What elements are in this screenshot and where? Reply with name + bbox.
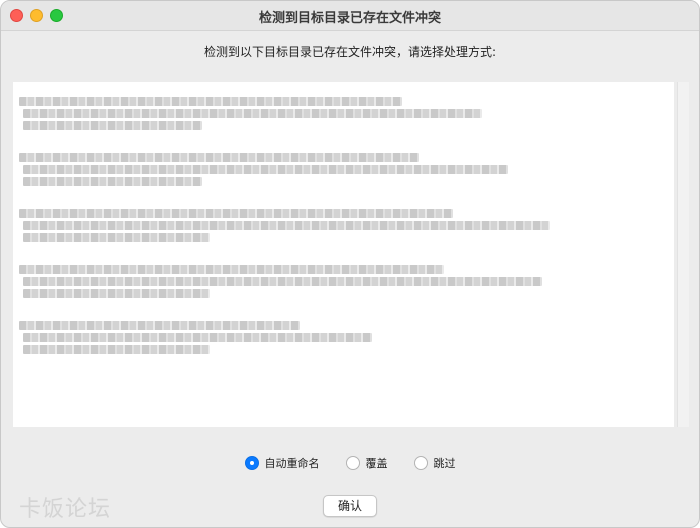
confirm-button[interactable]: 确认 (323, 495, 377, 517)
conflict-file-list[interactable]: ■■■■■■■■■■■■■■■■■■■■■■■■■■■■■■■■■■■■■■■■… (13, 82, 674, 427)
conflict-item: ■■■■■■■■■■■■■■■■■■■■■■■■■■■■■■■■■■■■■■■■… (19, 88, 483, 130)
conflict-item: ■■■■■■■■■■■■■■■■■■■■■■■■■■■■■■■■■■■■■■■■… (19, 144, 508, 186)
conflict-line: ■■■■■■■■■■■■■■■■■■■■■■ (23, 289, 211, 298)
conflict-line: ■■■■■■■■■■■■■■■■■■■■■■ (23, 233, 211, 242)
conflict-item: ■■■■■■■■■■■■■■■■■■■■■■■■■■■■■■■■■■■■■■■■… (19, 256, 542, 298)
radio-auto-rename[interactable] (244, 456, 259, 470)
radio-skip[interactable] (413, 456, 428, 470)
option-skip[interactable]: 跳过 (413, 455, 456, 471)
list-scrollbar[interactable] (677, 82, 689, 427)
radio-overwrite[interactable] (345, 456, 360, 470)
option-auto-rename-label: 自动重命名 (264, 457, 320, 470)
forum-watermark: 卡饭论坛 (19, 497, 112, 522)
option-overwrite[interactable]: 覆盖 (345, 455, 388, 471)
window-title: 检测到目标目录已存在文件冲突 (258, 11, 441, 26)
option-auto-rename[interactable]: 自动重命名 (244, 455, 320, 471)
conflict-line: ■■■■■■■■■■■■■■■■■■■■■■ (23, 345, 211, 354)
conflict-line: ■■■■■■■■■■■■■■■■■■■■■ (23, 177, 202, 186)
option-skip-label: 跳过 (433, 457, 456, 470)
conflict-line: ■■■■■■■■■■■■■■■■■■■■■ (23, 121, 202, 130)
conflict-prompt: 检测到以下目标目录已存在文件冲突，请选择处理方式: (203, 45, 497, 59)
conflict-item: ■■■■■■■■■■■■■■■■■■■■■■■■■■■■■■■■■■■■■■■■… (19, 200, 551, 242)
option-overwrite-label: 覆盖 (365, 457, 388, 470)
title-bar[interactable]: 检测到目标目录已存在文件冲突 (1, 1, 699, 31)
conflict-item: ■■■■■■■■■■■■■■■■■■■■■■■■■■■■■■■■■ ■■■■■■… (19, 312, 372, 354)
resolution-options: 自动重命名 覆盖 跳过 (1, 454, 699, 472)
conflict-dialog-window: 检测到目标目录已存在文件冲突 检测到以下目标目录已存在文件冲突，请选择处理方式:… (0, 0, 700, 528)
